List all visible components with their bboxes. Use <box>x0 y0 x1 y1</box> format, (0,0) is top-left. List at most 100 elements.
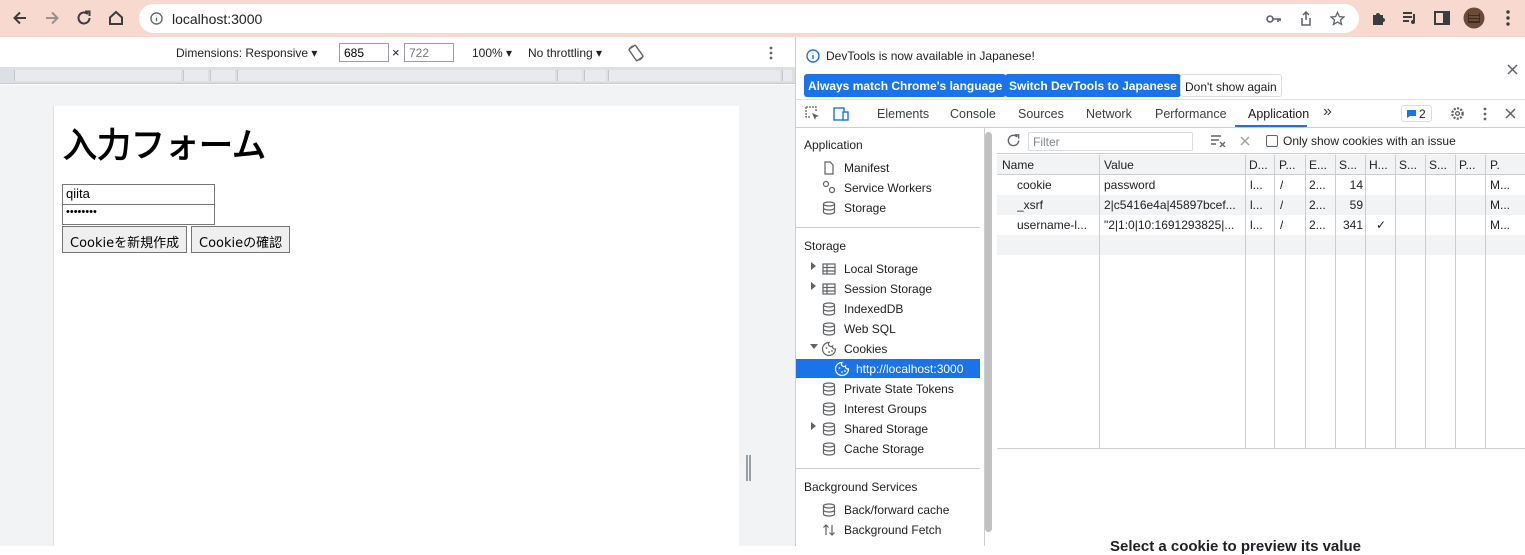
cell-path[interactable]: / <box>1280 218 1283 232</box>
ruler-segment[interactable] <box>210 70 235 81</box>
ruler-segment[interactable] <box>608 70 780 81</box>
cell-value[interactable]: password <box>1104 178 1243 192</box>
collapse-arrow-icon[interactable] <box>810 344 818 349</box>
side-panel-button[interactable] <box>1431 7 1453 29</box>
dimensions-dropdown[interactable]: Dimensions: Responsive ▾ <box>176 46 317 60</box>
close-icon[interactable] <box>1507 64 1518 75</box>
sidebar-item-cache-storage[interactable]: Cache Storage <box>844 442 924 456</box>
rotate-icon[interactable] <box>627 44 645 62</box>
reading-list-button[interactable] <box>1399 7 1421 29</box>
close-devtools-icon[interactable] <box>1505 108 1516 119</box>
column-header[interactable]: Value <box>1104 158 1134 172</box>
column-divider[interactable] <box>1335 155 1336 449</box>
cell-domain[interactable]: l... <box>1250 198 1263 212</box>
cell-expires[interactable]: 2... <box>1309 218 1326 232</box>
ruler-segment[interactable] <box>183 70 208 81</box>
cell-size[interactable]: 14 <box>1337 178 1363 192</box>
ruler-segment[interactable] <box>14 70 181 81</box>
cell-expires[interactable]: 2... <box>1309 178 1326 192</box>
column-header[interactable]: P... <box>1459 158 1483 172</box>
cell-size[interactable]: 341 <box>1337 218 1363 232</box>
check-cookie-button[interactable]: Cookieの確認 <box>191 226 291 253</box>
column-divider[interactable] <box>1245 155 1246 449</box>
tab-elements[interactable]: Elements <box>877 107 929 121</box>
column-divider[interactable] <box>1425 155 1426 449</box>
cell-path[interactable]: / <box>1280 198 1283 212</box>
column-divider[interactable] <box>1305 155 1306 449</box>
column-header[interactable]: P. <box>1490 158 1524 172</box>
customize-menu-icon[interactable] <box>1483 107 1487 121</box>
key-icon[interactable] <box>1266 12 1282 26</box>
column-header[interactable]: H... <box>1369 158 1393 172</box>
cell-value[interactable]: "2|1:0|10:1691293825|... <box>1104 218 1243 232</box>
sidebar-item-private-state-tokens[interactable]: Private State Tokens <box>844 382 954 396</box>
column-divider[interactable] <box>1395 155 1396 449</box>
sidebar-item-cookies[interactable]: Cookies <box>844 342 887 356</box>
column-header[interactable]: E... <box>1309 158 1333 172</box>
expand-arrow-icon[interactable] <box>811 262 816 270</box>
home-button[interactable] <box>104 6 128 30</box>
reload-button[interactable] <box>72 6 96 30</box>
chrome-menu-button[interactable] <box>1497 7 1519 29</box>
sidebar-item-local-storage[interactable]: Local Storage <box>844 262 918 276</box>
tab-network[interactable]: Network <box>1086 107 1132 121</box>
cell-priority[interactable]: M... <box>1490 218 1510 232</box>
cell-value[interactable]: 2|c5416e4a|45897bcef... <box>1104 198 1243 212</box>
forward-button[interactable] <box>40 6 64 30</box>
inspect-element-icon[interactable] <box>805 106 821 122</box>
sidebar-item-bfcache[interactable]: Back/forward cache <box>844 503 949 517</box>
sidebar-item-storage[interactable]: Storage <box>844 201 886 215</box>
column-divider[interactable] <box>1455 155 1456 449</box>
filter-input[interactable]: Filter <box>1028 132 1193 151</box>
gear-icon[interactable] <box>1450 106 1465 121</box>
only-issues-checkbox[interactable] <box>1266 135 1278 147</box>
sidebar-item-service-workers[interactable]: Service Workers <box>844 181 932 195</box>
clear-all-icon[interactable] <box>1240 136 1250 146</box>
cell-expires[interactable]: 2... <box>1309 198 1326 212</box>
cell-name[interactable]: cookie <box>1017 178 1097 192</box>
tab-application[interactable]: Application <box>1248 107 1309 121</box>
more-options-icon[interactable] <box>769 46 773 60</box>
column-divider[interactable] <box>1099 155 1100 449</box>
cell-domain[interactable]: l... <box>1250 178 1263 192</box>
tab-sources[interactable]: Sources <box>1018 107 1064 121</box>
cell-domain[interactable]: l... <box>1250 218 1263 232</box>
column-divider[interactable] <box>1274 155 1275 449</box>
refresh-icon[interactable] <box>1006 133 1021 148</box>
column-header[interactable]: S... <box>1429 158 1453 172</box>
star-icon[interactable] <box>1330 11 1345 26</box>
column-header[interactable]: Name <box>1002 158 1034 172</box>
username-input[interactable]: qiita <box>62 184 215 205</box>
sidebar-scrollbar[interactable] <box>985 132 992 532</box>
more-tabs-button[interactable]: » <box>1323 103 1332 121</box>
clear-filtered-icon[interactable] <box>1210 134 1226 147</box>
viewport-resize-handle[interactable] <box>746 455 751 481</box>
dont-show-again-button[interactable]: Don't show again <box>1180 74 1282 97</box>
ruler-segment[interactable] <box>237 70 555 81</box>
tab-performance[interactable]: Performance <box>1155 107 1227 121</box>
address-bar[interactable]: localhost:3000 <box>139 4 1359 33</box>
ruler-segment[interactable] <box>584 70 606 81</box>
throttling-dropdown[interactable]: No throttling ▾ <box>528 46 602 60</box>
always-match-language-button[interactable]: Always match Chrome's language <box>804 74 1007 97</box>
cell-name[interactable]: _xsrf <box>1017 198 1097 212</box>
device-toggle-icon[interactable] <box>833 106 849 122</box>
cell-name[interactable]: username-l... <box>1017 218 1097 232</box>
sidebar-item-cookie-origin[interactable]: http://localhost:3000 <box>856 362 963 376</box>
column-divider[interactable] <box>1365 155 1366 449</box>
height-input[interactable] <box>404 43 454 62</box>
sidebar-item-shared-storage[interactable]: Shared Storage <box>844 422 928 436</box>
profile-avatar[interactable] <box>1463 7 1485 29</box>
width-input[interactable] <box>339 43 389 62</box>
column-header[interactable]: P... <box>1279 158 1303 172</box>
column-header[interactable]: D... <box>1249 158 1273 172</box>
zoom-dropdown[interactable]: 100% ▾ <box>472 46 512 60</box>
share-icon[interactable] <box>1299 11 1313 26</box>
expand-arrow-icon[interactable] <box>811 422 816 430</box>
sidebar-item-interest-groups[interactable]: Interest Groups <box>844 402 927 416</box>
back-button[interactable] <box>8 6 32 30</box>
column-header[interactable]: S... <box>1399 158 1423 172</box>
sidebar-item-manifest[interactable]: Manifest <box>844 161 889 175</box>
switch-to-japanese-button[interactable]: Switch DevTools to Japanese <box>1005 74 1181 97</box>
column-header[interactable]: S... <box>1339 158 1363 172</box>
